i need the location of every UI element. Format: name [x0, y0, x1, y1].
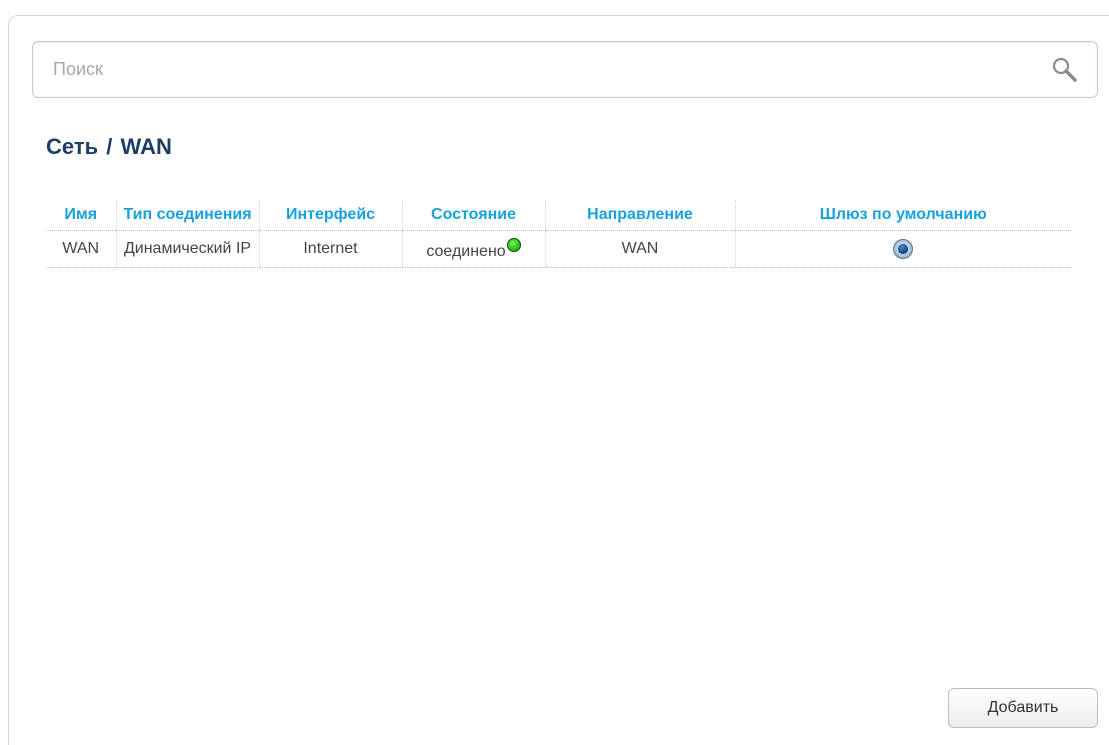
breadcrumb-page: WAN [120, 134, 172, 159]
column-header-interface[interactable]: Интерфейс [258, 200, 402, 231]
table-header-row: Имя Тип соединения Интерфейс Состояние Н… [46, 200, 1071, 231]
breadcrumb-separator: / [106, 134, 113, 159]
column-header-direction[interactable]: Направление [544, 200, 735, 231]
column-header-name[interactable]: Имя [46, 200, 116, 231]
column-header-type[interactable]: Тип соединения [115, 200, 259, 231]
search-input[interactable] [53, 42, 1033, 97]
status-text: соединено [426, 242, 506, 260]
search-box[interactable] [32, 41, 1098, 98]
default-gateway-radio[interactable] [893, 239, 914, 259]
content-panel [8, 15, 1109, 745]
cell-direction[interactable]: WAN [544, 230, 735, 268]
breadcrumb-section[interactable]: Сеть [46, 134, 98, 159]
status-connected-icon [506, 237, 521, 252]
wan-table: Имя Тип соединения Интерфейс Состояние Н… [46, 200, 1071, 268]
cell-default-gateway [734, 230, 1071, 268]
cell-status[interactable]: соединено [401, 230, 545, 268]
table-row[interactable]: WAN Динамический IP Internet соединено W… [46, 230, 1071, 268]
cell-type[interactable]: Динамический IP [115, 230, 259, 268]
search-icon[interactable] [1051, 56, 1079, 84]
column-header-status[interactable]: Состояние [401, 200, 545, 231]
column-header-default-gateway[interactable]: Шлюз по умолчанию [734, 200, 1071, 231]
cell-name[interactable]: WAN [46, 230, 116, 268]
page-title: Сеть / WAN [46, 134, 172, 160]
cell-interface[interactable]: Internet [258, 230, 402, 268]
add-button[interactable]: Добавить [948, 688, 1098, 728]
